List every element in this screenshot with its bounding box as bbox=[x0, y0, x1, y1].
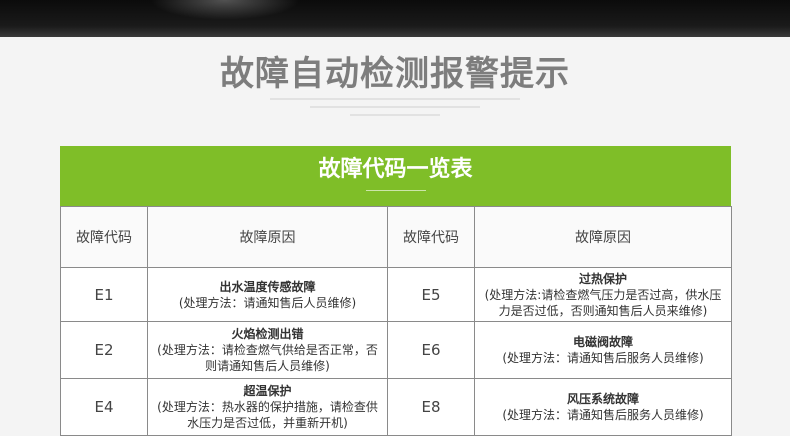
fault-cause: 出水温度传感故障 (处理方法：请通知售后人员维修) bbox=[147, 267, 388, 322]
fault-code: E8 bbox=[387, 378, 475, 436]
fault-name: 风压系统故障 bbox=[566, 392, 639, 406]
fault-code-table: 故障代码一览表 故障代码 故障原因 故障代码 故障原因 E1 出水温度传感故障 … bbox=[60, 146, 732, 436]
fault-cause: 风压系统故障 (处理方法：请通知售后服务人员维修) bbox=[474, 378, 732, 436]
column-header-code: 故障代码 bbox=[60, 206, 148, 268]
table-row: E2 火焰检测出错 (处理方法：请检查燃气供给是否正常，否则请通知售后人员维修)… bbox=[60, 321, 732, 379]
title-decorative-line bbox=[350, 114, 440, 116]
fault-solution: (处理方法：热水器的保护措施，请检查供水压力是否过低，并重新开机) bbox=[157, 400, 378, 430]
title-decorative-line bbox=[310, 106, 480, 108]
fault-code: E1 bbox=[60, 267, 148, 322]
fault-name: 超温保护 bbox=[243, 384, 292, 398]
fault-solution: (处理方法:请检查燃气压力是否过高，供水压力是否过低，否则通知售后人员来维修) bbox=[484, 287, 722, 318]
fault-table: 故障代码 故障原因 故障代码 故障原因 E1 出水温度传感故障 (处理方法：请通… bbox=[60, 206, 732, 436]
fault-name: 火焰检测出错 bbox=[231, 327, 304, 341]
fault-cause: 过热保护 (处理方法:请检查燃气压力是否过高，供水压力是否过低，否则通知售后人员… bbox=[474, 267, 732, 322]
table-row: E4 超温保护 (处理方法：热水器的保护措施，请检查供水压力是否过低，并重新开机… bbox=[60, 378, 732, 436]
top-banner-image bbox=[0, 0, 790, 37]
page-title: 故障自动检测报警提示 bbox=[220, 54, 570, 94]
fault-solution: (处理方法：请通知售后服务人员维修) bbox=[502, 351, 704, 365]
table-row: E1 出水温度传感故障 (处理方法：请通知售后人员维修) E5 过热保护 (处理… bbox=[60, 267, 732, 322]
title-decorative-line bbox=[270, 98, 520, 100]
fault-code: E6 bbox=[387, 321, 475, 379]
fault-cause: 超温保护 (处理方法：热水器的保护措施，请检查供水压力是否过低，并重新开机) bbox=[147, 378, 388, 436]
fault-code: E4 bbox=[60, 378, 148, 436]
column-header-code: 故障代码 bbox=[387, 206, 475, 268]
column-header-cause: 故障原因 bbox=[474, 206, 732, 268]
fault-solution: (处理方法：请通知售后人员维修) bbox=[178, 295, 357, 310]
fault-solution: (处理方法：请通知售后服务人员维修) bbox=[502, 408, 704, 422]
fault-solution: (处理方法：请检查燃气供给是否正常，否则请通知售后人员维修) bbox=[157, 343, 378, 373]
header-decorative-line bbox=[366, 190, 426, 191]
fault-cause: 电磁阀故障 (处理方法：请通知售后服务人员维修) bbox=[474, 321, 732, 379]
fault-name: 出水温度传感故障 bbox=[219, 279, 316, 294]
column-header-cause: 故障原因 bbox=[147, 206, 388, 268]
fault-name: 过热保护 bbox=[578, 271, 627, 286]
fault-code: E2 bbox=[60, 321, 148, 379]
fault-name: 电磁阀故障 bbox=[572, 335, 633, 349]
fault-code: E5 bbox=[387, 267, 475, 322]
table-header-bar: 故障代码一览表 bbox=[60, 146, 731, 206]
table-header-row: 故障代码 故障原因 故障代码 故障原因 bbox=[60, 206, 732, 268]
banner-highlight bbox=[150, 0, 300, 20]
table-title: 故障代码一览表 bbox=[318, 157, 473, 182]
fault-cause: 火焰检测出错 (处理方法：请检查燃气供给是否正常，否则请通知售后人员维修) bbox=[147, 321, 388, 379]
